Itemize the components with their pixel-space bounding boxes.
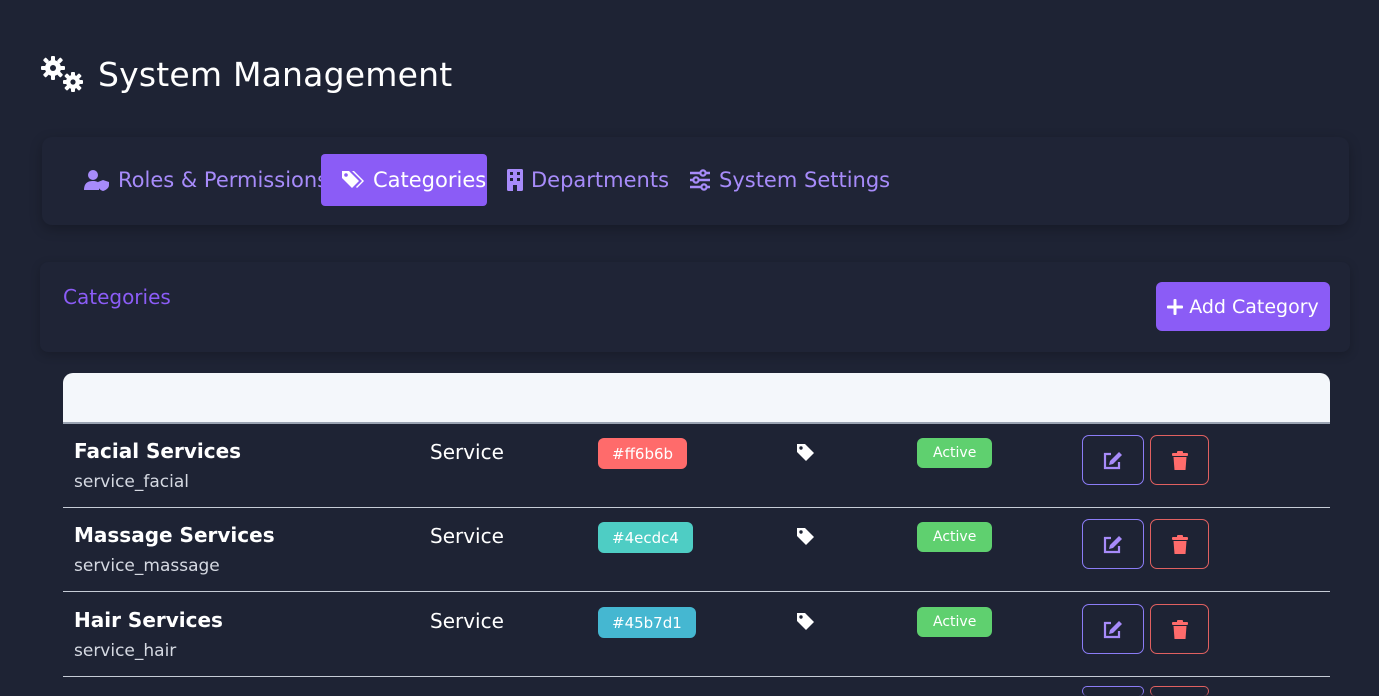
- category-code: service_hair: [74, 641, 177, 661]
- edit-button[interactable]: [1082, 686, 1144, 696]
- table-row: Massage Services service_massage Service…: [63, 508, 1330, 592]
- category-name: Massage Services: [74, 523, 275, 547]
- add-category-label: Add Category: [1189, 295, 1319, 318]
- sliders-icon: [690, 169, 710, 191]
- category-name: Hair Services: [74, 608, 223, 632]
- delete-button[interactable]: [1150, 604, 1209, 654]
- categories-title: Categories: [63, 285, 171, 309]
- trash-icon: [1171, 534, 1188, 554]
- category-type: Service: [430, 524, 504, 548]
- tab-label: Roles & Permissions: [118, 168, 329, 192]
- category-name-cell: Massage Services service_massage: [74, 523, 275, 576]
- category-code: service_facial: [74, 472, 190, 492]
- category-type: Service: [430, 440, 504, 464]
- tab-label: Categories: [373, 168, 487, 192]
- page-header: System Management: [40, 54, 452, 94]
- color-badge: #45b7d1: [598, 607, 696, 638]
- table-row: Hair Services service_hair Service #45b7…: [63, 593, 1330, 677]
- tabs-card: Roles & Permissions Categories Departmen…: [42, 137, 1349, 225]
- delete-button[interactable]: [1150, 519, 1209, 569]
- delete-button[interactable]: [1150, 686, 1209, 696]
- category-code: service_massage: [74, 556, 220, 576]
- category-name: Facial Services: [74, 439, 242, 463]
- categories-header-card: Categories Add Category: [40, 262, 1350, 352]
- building-icon: [507, 169, 523, 191]
- tab-roles-permissions[interactable]: Roles & Permissions: [64, 154, 348, 206]
- edit-button[interactable]: [1082, 604, 1144, 654]
- add-category-button[interactable]: Add Category: [1156, 282, 1330, 331]
- edit-button[interactable]: [1082, 519, 1144, 569]
- edit-button[interactable]: [1082, 435, 1144, 485]
- status-badge: Active: [917, 438, 993, 468]
- tags-icon: [342, 171, 364, 188]
- tab-label: System Settings: [719, 168, 891, 192]
- table-header: [63, 373, 1330, 424]
- table-row: Facial Services service_facial Service #…: [63, 424, 1330, 508]
- plus-icon: [1167, 298, 1184, 315]
- category-name-cell: Facial Services service_facial: [74, 439, 241, 492]
- status-badge: Active: [917, 522, 993, 552]
- delete-button[interactable]: [1150, 435, 1209, 485]
- tab-label: Departments: [531, 168, 670, 192]
- color-badge: #ff6b6b: [598, 438, 688, 469]
- tag-icon: [797, 528, 814, 545]
- tag-icon: [797, 444, 814, 461]
- category-type: Service: [430, 609, 504, 633]
- gears-icon: [41, 56, 83, 92]
- category-name-cell: Hair Services service_hair: [74, 608, 223, 661]
- page-title: System Management: [98, 54, 453, 94]
- user-shield-icon: [84, 170, 109, 191]
- tag-icon: [797, 613, 814, 630]
- tab-system-settings[interactable]: System Settings: [669, 154, 910, 206]
- trash-icon: [1171, 450, 1188, 470]
- tab-categories[interactable]: Categories: [321, 154, 487, 206]
- color-badge: #4ecdc4: [598, 522, 693, 553]
- edit-icon: [1103, 535, 1122, 553]
- edit-icon: [1103, 620, 1122, 638]
- edit-icon: [1103, 451, 1122, 469]
- trash-icon: [1171, 619, 1188, 639]
- tab-departments[interactable]: Departments: [487, 154, 689, 206]
- status-badge: Active: [917, 607, 993, 637]
